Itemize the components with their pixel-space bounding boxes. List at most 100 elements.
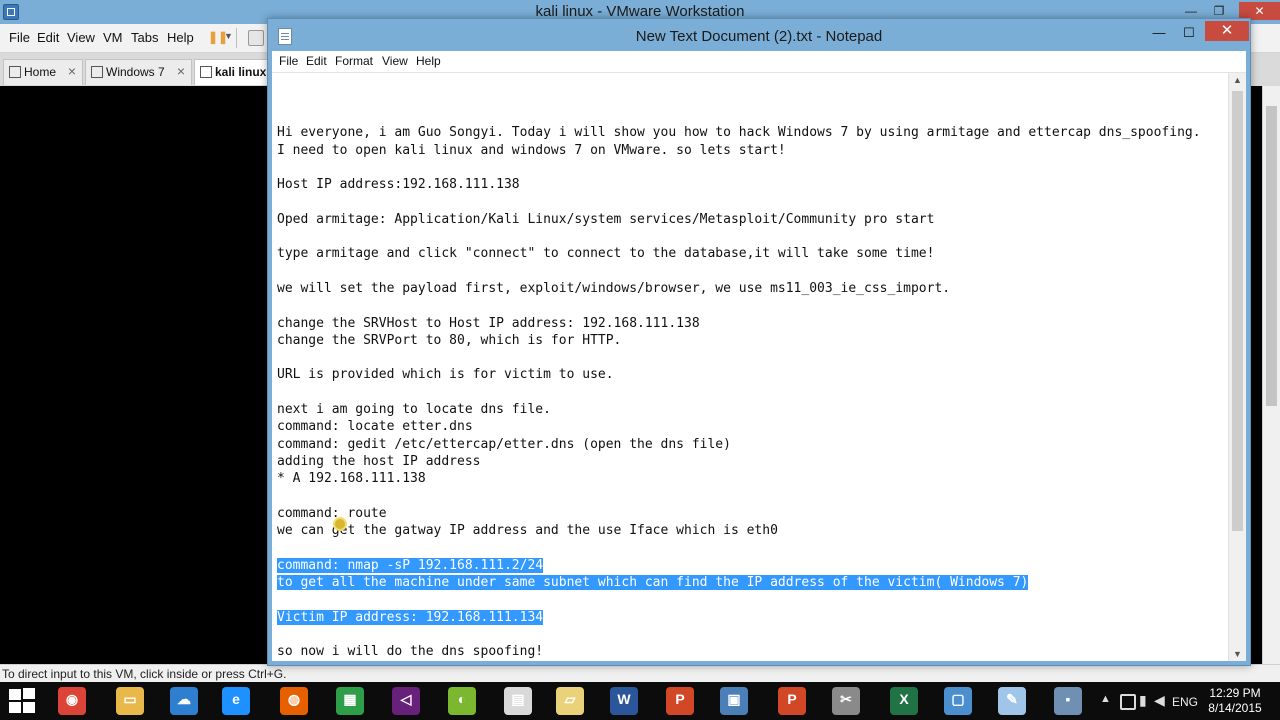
notepad-app-icon[interactable]: ✎ bbox=[998, 687, 1026, 715]
notepad-text-area[interactable]: Hi everyone, i am Guo Songyi. Today i wi… bbox=[272, 73, 1246, 661]
powerpoint-icon-2[interactable]: P bbox=[778, 687, 806, 715]
vmware-icon[interactable]: ▢ bbox=[944, 687, 972, 715]
text-line[interactable]: Victim IP address: 192.168.111.134 bbox=[277, 609, 1227, 626]
text-line[interactable]: we can get the gatway IP address and the… bbox=[277, 522, 1227, 539]
notepad-maximize-button[interactable]: ☐ bbox=[1176, 23, 1202, 43]
visual-studio-icon[interactable]: ◁ bbox=[392, 687, 420, 715]
text-line[interactable]: change the SRVPort to 80, which is for H… bbox=[277, 332, 1227, 349]
text-line[interactable] bbox=[277, 263, 1227, 280]
system-clock[interactable]: 12:29 PM 8/14/2015 bbox=[1200, 686, 1270, 716]
text-line[interactable] bbox=[277, 349, 1227, 366]
text-line[interactable]: Host IP address:192.168.111.138 bbox=[277, 176, 1227, 193]
text-line[interactable]: URL is provided which is for victim to u… bbox=[277, 366, 1227, 383]
notepad-titlebar[interactable]: New Text Document (2).txt - Notepad — ☐ … bbox=[268, 19, 1250, 51]
tab-home[interactable]: Home × bbox=[3, 59, 83, 85]
text-line[interactable]: I need to open kali linux and windows 7 … bbox=[277, 142, 1227, 159]
scrollbar-thumb[interactable] bbox=[1266, 106, 1277, 406]
notepad-menu-help[interactable]: Help bbox=[416, 54, 441, 68]
notepad-minimize-button[interactable]: — bbox=[1146, 23, 1172, 43]
scroll-down-icon[interactable]: ▼ bbox=[1233, 649, 1242, 659]
green-app-icon-glyph: ◐ bbox=[457, 691, 467, 707]
vmware-scrollbar[interactable] bbox=[1262, 86, 1280, 664]
selected-text: command: nmap -sP 192.168.111.2/24 bbox=[277, 557, 544, 573]
text-line[interactable] bbox=[277, 107, 1227, 124]
notepad-close-button[interactable]: ✕ bbox=[1205, 21, 1249, 41]
vmware-menu-edit[interactable]: Edit bbox=[37, 30, 59, 45]
notepad-text[interactable]: Hi everyone, i am Guo Songyi. Today i wi… bbox=[277, 107, 1227, 661]
snapshot-icon[interactable] bbox=[248, 30, 264, 46]
tab-windows-7[interactable]: Windows 7 × bbox=[85, 59, 192, 85]
picture-viewer-icon-glyph: ▣ bbox=[727, 691, 741, 707]
text-line[interactable] bbox=[277, 193, 1227, 210]
action-center-icon[interactable] bbox=[1120, 694, 1136, 710]
vmware-menu-view[interactable]: View bbox=[67, 30, 95, 45]
text-line[interactable]: adding the host IP address bbox=[277, 453, 1227, 470]
text-line[interactable] bbox=[277, 159, 1227, 176]
folder-icon[interactable]: ▱ bbox=[556, 687, 584, 715]
text-line[interactable] bbox=[277, 228, 1227, 245]
vmware-menu-vm[interactable]: VM bbox=[103, 30, 123, 45]
text-line[interactable] bbox=[277, 297, 1227, 314]
notepad-icon[interactable]: ▤ bbox=[504, 687, 532, 715]
vmware-menu-help[interactable]: Help bbox=[167, 30, 194, 45]
onedrive-icon[interactable]: ☁ bbox=[170, 687, 198, 715]
show-hidden-icons-icon[interactable]: ▲ bbox=[1100, 693, 1111, 705]
line-text: Oped armitage: Application/Kali Linux/sy… bbox=[277, 211, 935, 227]
text-line[interactable]: next i am going to locate dns file. bbox=[277, 401, 1227, 418]
snipping-tool-icon[interactable]: ✂ bbox=[832, 687, 860, 715]
text-line[interactable]: command: locate etter.dns bbox=[277, 418, 1227, 435]
network-icon[interactable]: ▮ bbox=[1139, 692, 1147, 709]
excel-icon-glyph: X bbox=[899, 691, 909, 707]
notepad-menu-edit[interactable]: Edit bbox=[306, 54, 327, 68]
store-icon[interactable]: ▦ bbox=[336, 687, 364, 715]
start-button[interactable] bbox=[8, 688, 36, 714]
chevron-down-icon[interactable]: ▼ bbox=[224, 31, 233, 41]
picture-viewer-icon[interactable]: ▣ bbox=[720, 687, 748, 715]
floppy-save-icon[interactable]: ▪ bbox=[1054, 687, 1082, 715]
vmware-menu-file[interactable]: File bbox=[9, 30, 30, 45]
text-line[interactable]: * A 192.168.111.138 bbox=[277, 470, 1227, 487]
language-indicator[interactable]: ENG bbox=[1172, 695, 1198, 709]
word-icon[interactable]: W bbox=[610, 687, 638, 715]
text-line[interactable] bbox=[277, 591, 1227, 608]
internet-explorer-icon[interactable]: e bbox=[222, 687, 250, 715]
file-explorer-icon-glyph: ▭ bbox=[123, 691, 137, 707]
excel-icon[interactable]: X bbox=[890, 687, 918, 715]
notepad-icon-glyph: ▤ bbox=[511, 691, 525, 707]
line-text: command: route bbox=[277, 505, 387, 521]
text-line[interactable]: change the SRVHost to Host IP address: 1… bbox=[277, 315, 1227, 332]
notepad-menu-file[interactable]: File bbox=[279, 54, 298, 68]
vmware-menu-tabs[interactable]: Tabs bbox=[131, 30, 158, 45]
text-line[interactable] bbox=[277, 488, 1227, 505]
text-line[interactable]: we will set the payload first, exploit/w… bbox=[277, 280, 1227, 297]
tab-windows-7-label: Windows 7 bbox=[106, 65, 165, 79]
text-line[interactable]: command: nmap -sP 192.168.111.2/24 bbox=[277, 557, 1227, 574]
notepad-scrollbar-thumb[interactable] bbox=[1232, 91, 1243, 531]
line-text: so now i will do the dns spoofing! bbox=[277, 644, 544, 660]
tab-windows-7-close-icon[interactable]: × bbox=[177, 63, 185, 79]
text-line[interactable] bbox=[277, 384, 1227, 401]
file-explorer-icon[interactable]: ▭ bbox=[116, 687, 144, 715]
firefox-icon[interactable]: ◍ bbox=[280, 687, 308, 715]
text-line[interactable]: Oped armitage: Application/Kali Linux/sy… bbox=[277, 211, 1227, 228]
notepad-menu-format[interactable]: Format bbox=[335, 54, 373, 68]
chrome-icon[interactable]: ◉ bbox=[58, 687, 86, 715]
text-line[interactable]: type armitage and click "connect" to con… bbox=[277, 245, 1227, 262]
tab-home-close-icon[interactable]: × bbox=[68, 63, 76, 79]
notepad-vertical-scrollbar[interactable]: ▲ ▼ bbox=[1228, 73, 1246, 661]
windows-logo-icon bbox=[23, 688, 35, 699]
notepad-menu-view[interactable]: View bbox=[382, 54, 408, 68]
text-line[interactable]: command: route bbox=[277, 505, 1227, 522]
text-line[interactable] bbox=[277, 626, 1227, 643]
powerpoint-icon[interactable]: P bbox=[666, 687, 694, 715]
text-line[interactable]: command: gedit /etc/ettercap/etter.dns (… bbox=[277, 436, 1227, 453]
tab-home-label: Home bbox=[24, 65, 57, 79]
volume-icon[interactable]: ◀ bbox=[1154, 692, 1165, 709]
text-line[interactable]: Hi everyone, i am Guo Songyi. Today i wi… bbox=[277, 124, 1227, 141]
text-line[interactable] bbox=[277, 539, 1227, 556]
text-line[interactable]: to get all the machine under same subnet… bbox=[277, 574, 1227, 591]
text-line[interactable]: so now i will do the dns spoofing! bbox=[277, 643, 1227, 660]
scroll-up-icon[interactable]: ▲ bbox=[1233, 75, 1242, 85]
green-app-icon[interactable]: ◐ bbox=[448, 687, 476, 715]
tab-kali-linux-label: kali linux bbox=[215, 65, 267, 79]
